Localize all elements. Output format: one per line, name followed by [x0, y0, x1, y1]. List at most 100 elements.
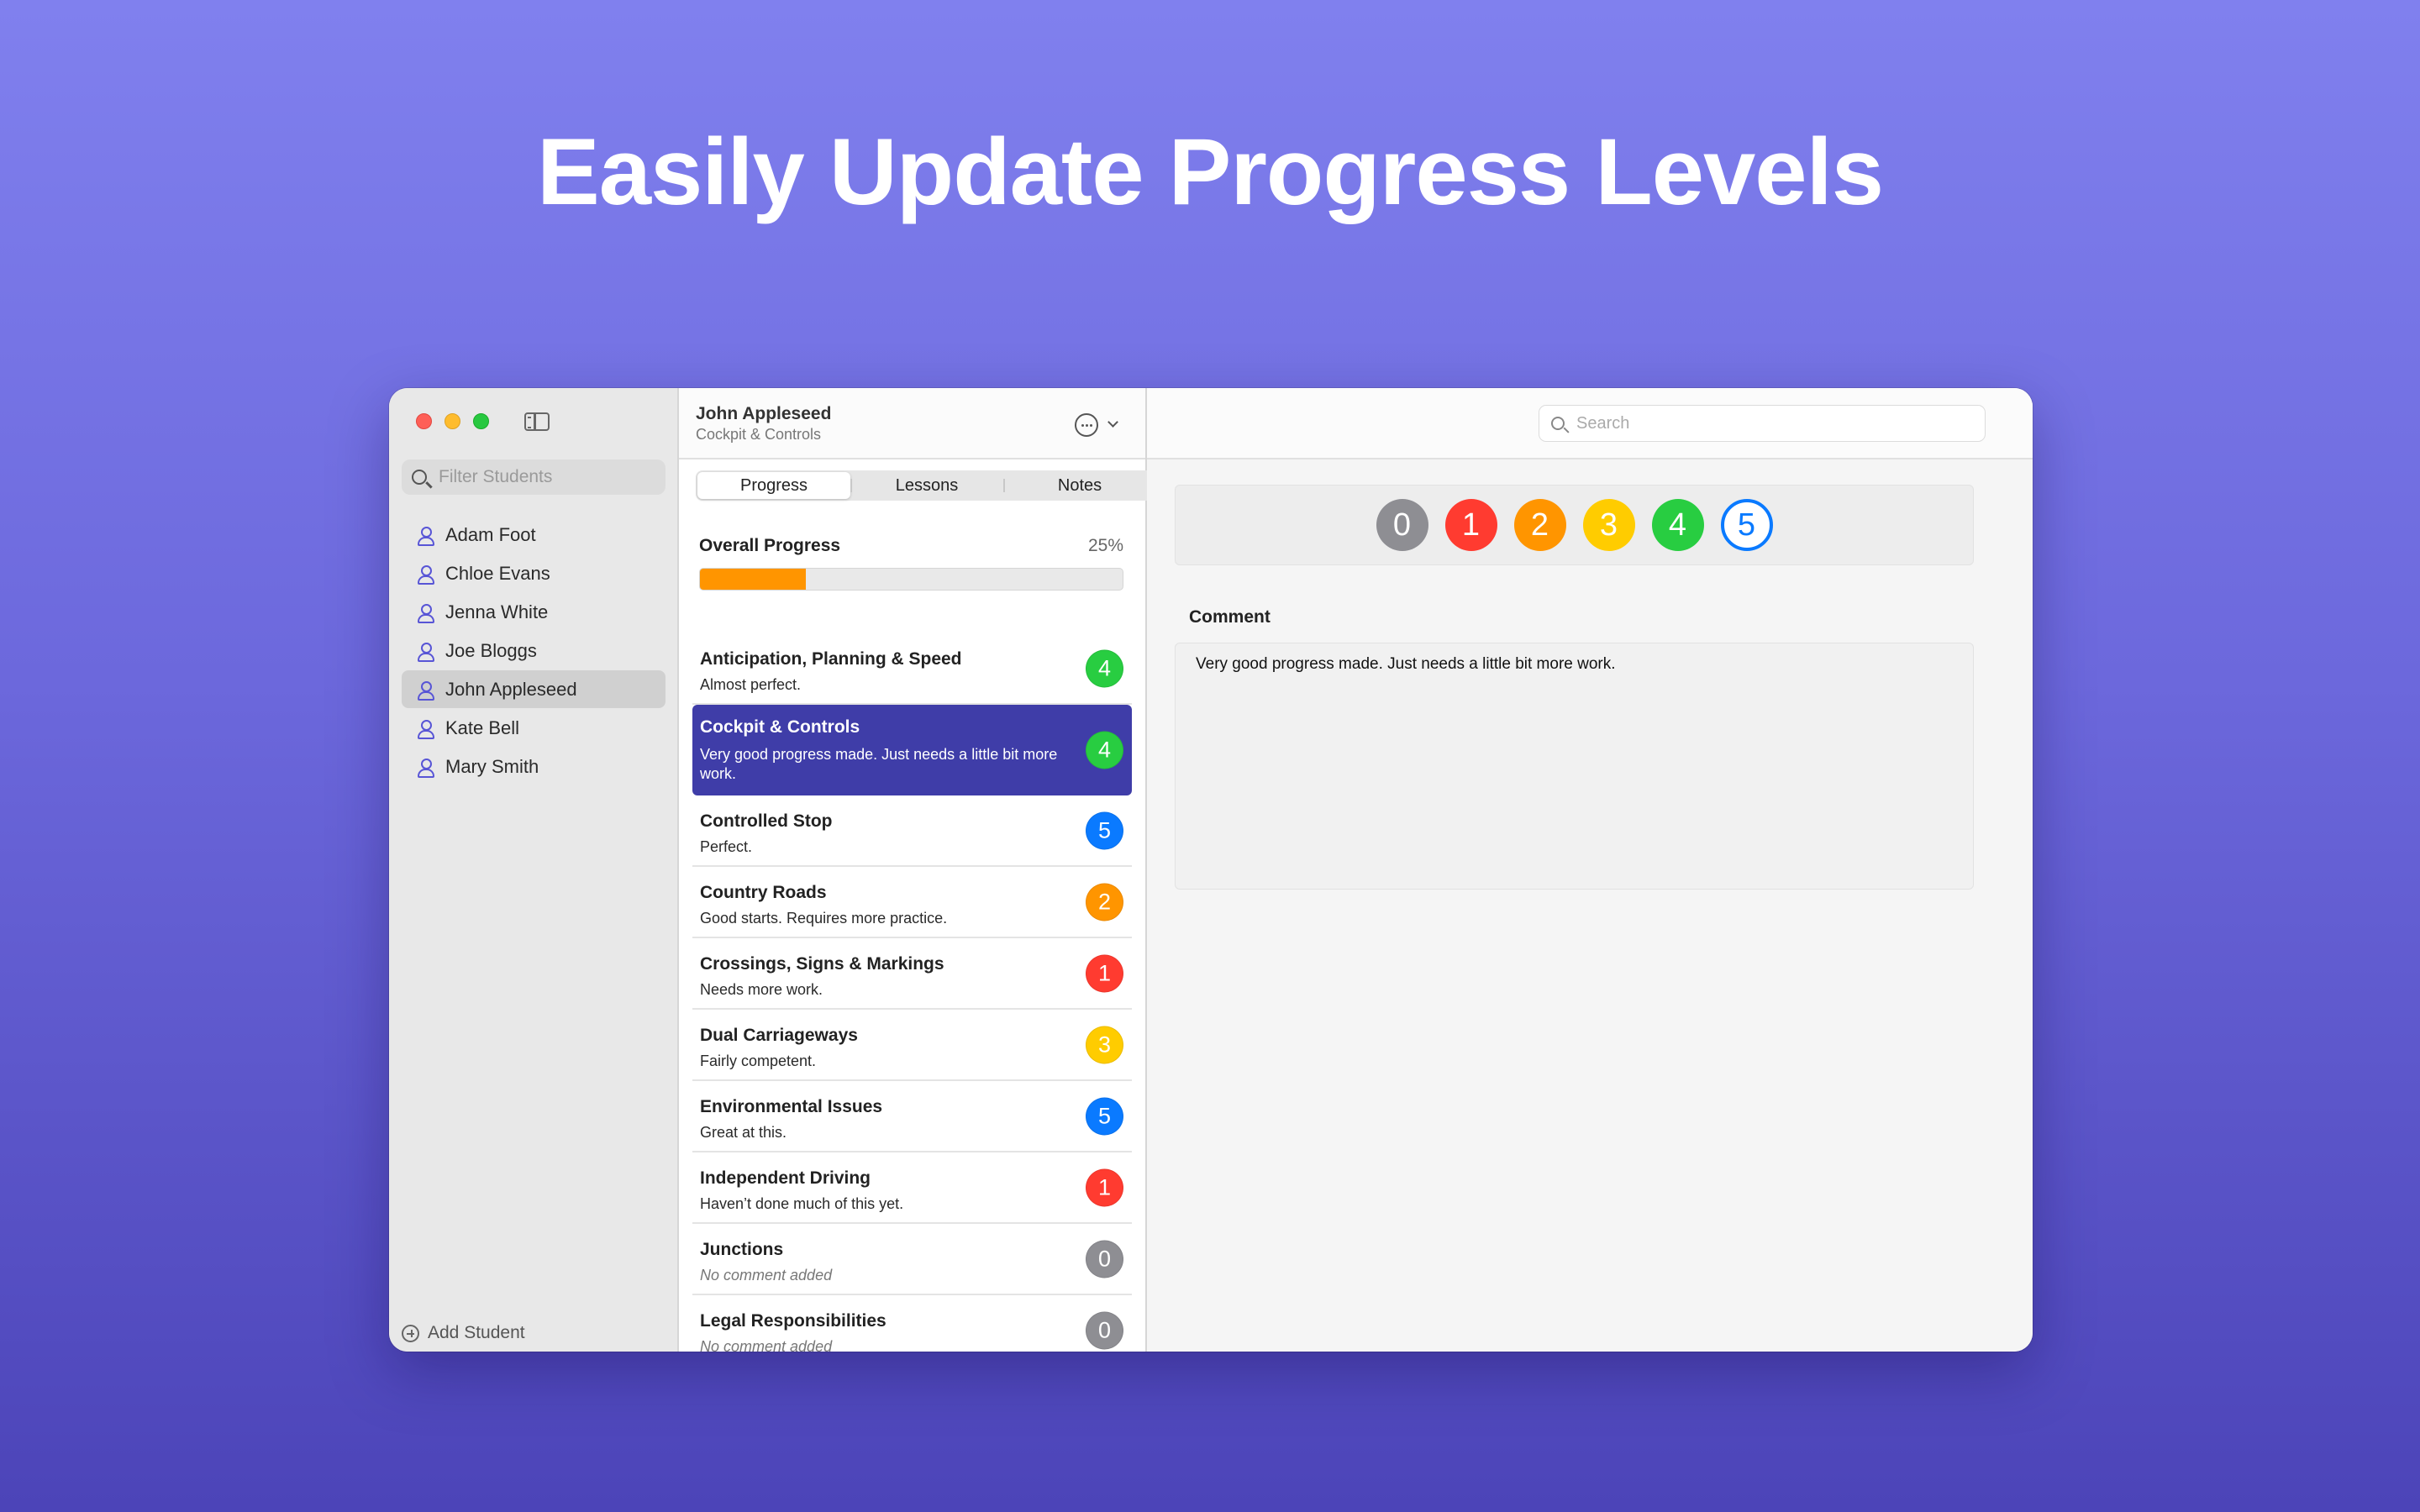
sidebar: Filter Students Adam Foot Chloe Evans Jenn…	[389, 388, 679, 1352]
skill-comment: Good starts. Requires more practice.	[700, 910, 948, 927]
overall-progress-label: Overall Progress	[699, 536, 841, 555]
level-badge: 5	[1086, 811, 1123, 849]
overall-progress-percent: 25%	[1087, 536, 1123, 555]
tab-lessons[interactable]: Lessons	[850, 472, 1003, 499]
filter-students-field[interactable]: Filter Students	[402, 459, 666, 495]
level-badge: 4	[1086, 649, 1123, 687]
detail-pane: Search 012345 Comment Very good progress…	[1147, 388, 2033, 1352]
level-badge: 3	[1086, 1026, 1123, 1063]
skill-comment: Perfect.	[700, 838, 753, 855]
skill-name: Controlled Stop	[700, 811, 833, 831]
level-4-button[interactable]: 4	[1651, 499, 1704, 551]
student-name: Jenna White	[445, 601, 549, 622]
skill-name: Crossings, Signs & Markings	[700, 954, 944, 974]
skill-comment: Almost perfect.	[700, 676, 802, 693]
student-item[interactable]: Mary Smith	[402, 748, 666, 785]
comment-label: Comment	[1189, 607, 1270, 627]
minimize-window-button[interactable]	[445, 413, 460, 429]
student-item[interactable]: Joe Bloggs	[402, 632, 666, 669]
skill-name: Country Roads	[700, 883, 827, 902]
skill-row[interactable]: Anticipation, Planning & Speed Almost per…	[692, 633, 1132, 705]
level-badge: 0	[1086, 1240, 1123, 1278]
level-badge: 2	[1086, 883, 1123, 921]
add-circle-icon	[402, 1324, 419, 1342]
level-badge: 1	[1086, 954, 1123, 992]
student-name: Chloe Evans	[445, 562, 550, 584]
skill-comment: Great at this.	[700, 1124, 787, 1141]
student-list: Adam Foot Chloe Evans Jenna White Joe Blogg…	[402, 516, 666, 786]
zoom-window-button[interactable]	[473, 413, 489, 429]
skill-row[interactable]: Cockpit & Controls Very good progress mad…	[692, 705, 1132, 795]
level-0-button[interactable]: 0	[1376, 499, 1428, 551]
skill-row[interactable]: Legal Responsibilities No comment added 0	[692, 1295, 1132, 1352]
overall-progress-fill	[700, 569, 806, 590]
headline: Easily Update Progress Levels	[537, 119, 1884, 224]
search-icon	[1551, 417, 1565, 430]
selected-skill-subtitle: Cockpit & Controls	[696, 426, 822, 443]
skill-comment: Fairly competent.	[700, 1053, 817, 1069]
student-item[interactable]: Kate Bell	[402, 709, 666, 747]
comment-textarea[interactable]: Very good progress made. Just needs a li…	[1175, 643, 1974, 890]
level-1-button[interactable]: 1	[1444, 499, 1497, 551]
person-icon	[417, 642, 434, 662]
skill-comment: Needs more work.	[700, 981, 823, 998]
level-2-button[interactable]: 2	[1513, 499, 1566, 551]
student-name: Kate Bell	[445, 717, 520, 738]
level-picker: 012345	[1175, 485, 1974, 565]
level-badge: 1	[1086, 1168, 1123, 1206]
skill-row[interactable]: Junctions No comment added 0	[692, 1224, 1132, 1295]
skill-row[interactable]: Crossings, Signs & Markings Needs more wo…	[692, 938, 1132, 1010]
search-icon	[412, 470, 427, 485]
search-placeholder: Search	[1576, 413, 1630, 433]
skill-list: Anticipation, Planning & Speed Almost per…	[679, 633, 1145, 1352]
student-name: John Appleseed	[445, 678, 577, 700]
skill-row[interactable]: Environmental Issues Great at this. 5	[692, 1081, 1132, 1152]
person-icon	[417, 758, 434, 778]
student-item[interactable]: Adam Foot	[402, 516, 666, 554]
student-header: John Appleseed Cockpit & Controls	[679, 388, 1145, 459]
tab-notes[interactable]: Notes	[1003, 472, 1156, 499]
student-item[interactable]: John Appleseed	[402, 670, 666, 708]
skill-comment: No comment added	[700, 1338, 833, 1352]
level-badge: 5	[1086, 1097, 1123, 1135]
sidebar-toggle-icon[interactable]	[524, 412, 550, 431]
overall-progress: Overall Progress 25%	[699, 536, 1123, 591]
skill-row[interactable]: Country Roads Good starts. Requires more …	[692, 867, 1132, 938]
close-window-button[interactable]	[416, 413, 432, 429]
window-controls	[416, 413, 489, 429]
person-icon	[417, 719, 434, 739]
skill-comment: Very good progress made. Just needs a li…	[700, 746, 1058, 782]
skill-row[interactable]: Dual Carriageways Fairly competent. 3	[692, 1010, 1132, 1081]
skill-name: Environmental Issues	[700, 1097, 883, 1116]
level-badge: 4	[1086, 731, 1123, 769]
skill-comment: Haven’t done much of this yet.	[700, 1195, 904, 1212]
skill-row[interactable]: Independent Driving Haven’t done much of …	[692, 1152, 1132, 1224]
detail-toolbar: Search	[1147, 388, 2033, 459]
filter-students-placeholder: Filter Students	[439, 467, 553, 486]
overall-progress-bar	[699, 568, 1123, 591]
skill-name: Junctions	[700, 1240, 784, 1259]
student-item[interactable]: Chloe Evans	[402, 554, 666, 592]
level-badge: 0	[1086, 1311, 1123, 1349]
level-3-button[interactable]: 3	[1582, 499, 1635, 551]
skill-name: Dual Carriageways	[700, 1026, 858, 1045]
add-student-button[interactable]: Add Student	[402, 1323, 525, 1343]
level-5-button[interactable]: 5	[1720, 499, 1773, 551]
skill-name: Cockpit & Controls	[700, 717, 860, 737]
search-field[interactable]: Search	[1539, 405, 1986, 442]
skill-name: Independent Driving	[700, 1168, 871, 1188]
skill-row[interactable]: Controlled Stop Perfect. 5	[692, 795, 1132, 867]
add-student-label: Add Student	[428, 1323, 525, 1342]
skill-comment: No comment added	[700, 1267, 833, 1284]
student-name-title: John Appleseed	[696, 404, 832, 423]
student-item[interactable]: Jenna White	[402, 593, 666, 631]
tab-progress[interactable]: Progress	[697, 472, 850, 499]
skill-name: Anticipation, Planning & Speed	[700, 649, 962, 669]
chevron-down-icon[interactable]	[1107, 417, 1118, 428]
more-options-icon[interactable]	[1075, 413, 1098, 437]
student-name: Adam Foot	[445, 523, 536, 545]
person-icon	[417, 564, 434, 585]
student-name: Joe Bloggs	[445, 639, 537, 661]
progress-column: John Appleseed Cockpit & Controls Progre…	[679, 388, 1158, 1352]
student-name: Mary Smith	[445, 755, 539, 777]
